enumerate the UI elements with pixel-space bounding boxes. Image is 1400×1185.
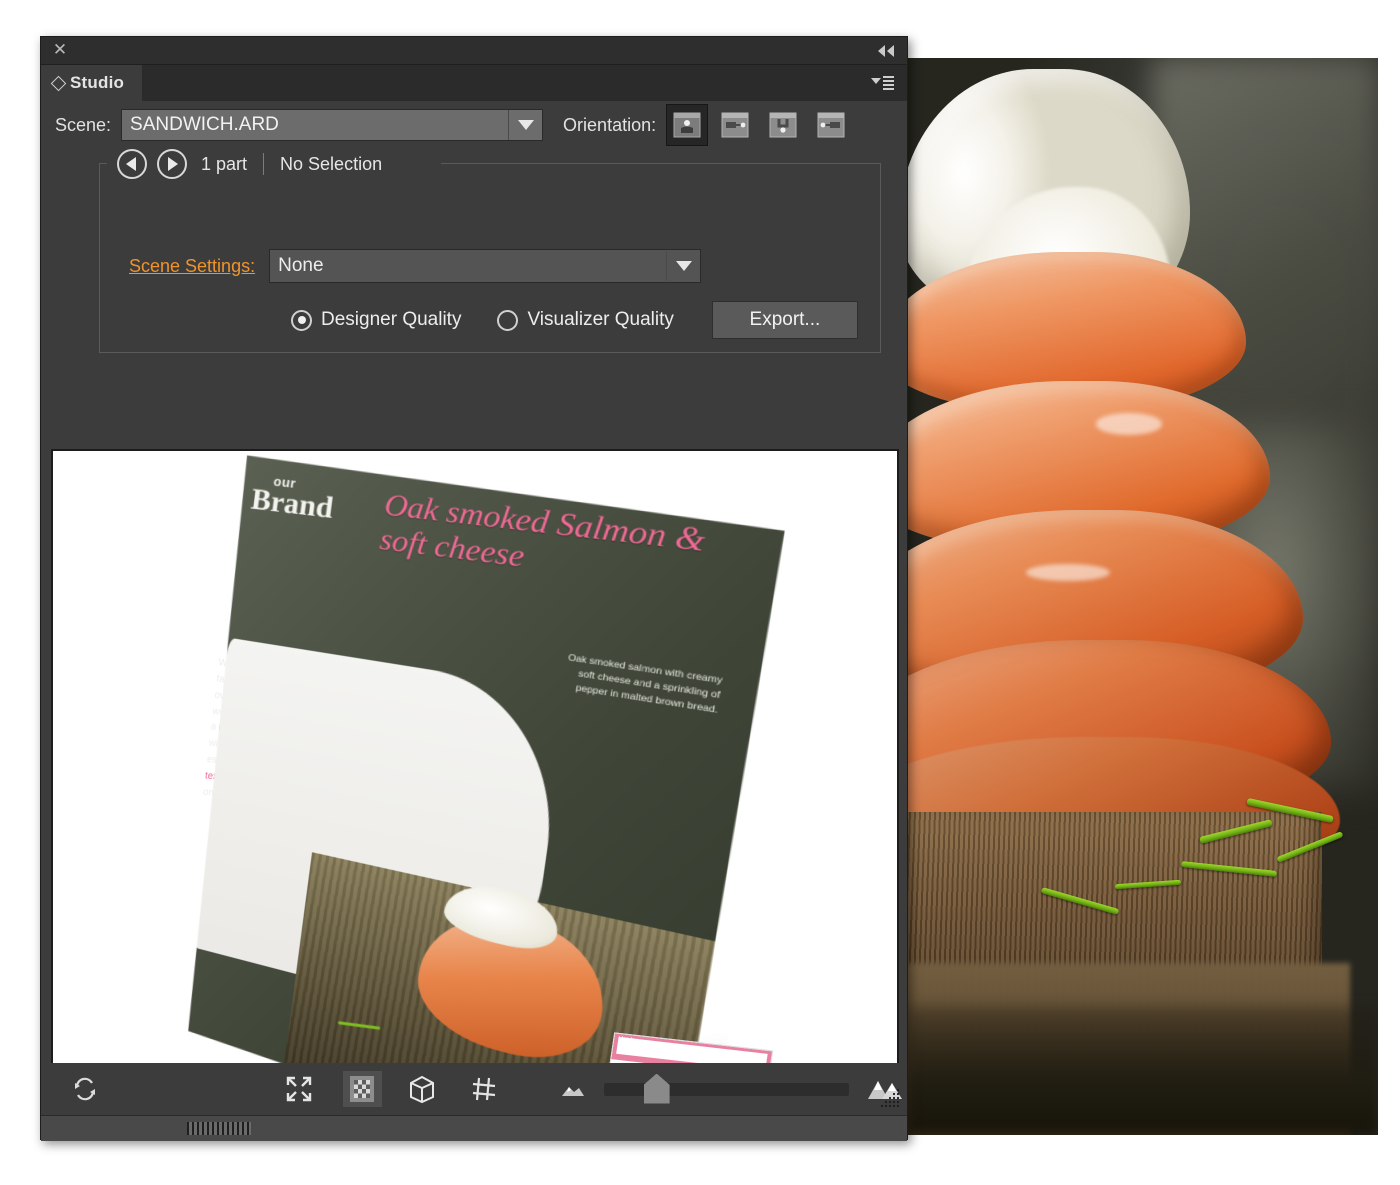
orientation-front[interactable] (666, 104, 709, 146)
cube-3d-icon[interactable] (400, 1067, 444, 1111)
salmon-sheen (1096, 413, 1162, 435)
chevron-down-icon[interactable] (666, 251, 700, 281)
group-frame-top-left (99, 163, 107, 164)
radio-visualizer-quality-label: Visualizer Quality (527, 309, 674, 330)
orientation-right[interactable] (714, 104, 757, 146)
low-quality-mountain-icon (550, 1067, 594, 1111)
package-description: Oak smoked salmon with creamy soft chees… (567, 651, 724, 716)
scene-row: Scene: SANDWICH.ARD Orientation: (41, 101, 907, 149)
resize-grip-icon[interactable] (187, 1122, 251, 1135)
panel-tabstrip: Studio (41, 65, 907, 101)
collapse-panel-icon[interactable] (875, 42, 897, 60)
radio-designer-quality-label: Designer Quality (321, 309, 462, 330)
previous-part-icon[interactable] (117, 149, 147, 179)
scene-select-value: SANDWICH.ARD (130, 114, 279, 135)
orientation-button-group (666, 104, 853, 146)
divider (263, 153, 265, 175)
preview-canvas[interactable]: We smoke Atlantic salmon from farms arou… (53, 451, 897, 1137)
scene-settings-link[interactable]: Scene Settings: (129, 256, 255, 277)
quality-slider[interactable] (603, 1073, 850, 1104)
next-part-icon[interactable] (157, 149, 187, 179)
radio-visualizer-quality-indicator (497, 309, 519, 331)
package-3d-model[interactable]: We smoke Atlantic salmon from farms arou… (193, 453, 753, 1073)
screenshot-root: ✕ Studio Scene: SANDWICH.ARD Orientation… (0, 0, 1400, 1185)
preview-canvas-frame: We smoke Atlantic salmon from farms arou… (51, 449, 899, 1139)
grid-icon[interactable] (462, 1067, 506, 1111)
selection-status-label: No Selection (280, 153, 383, 174)
diamond-icon (50, 75, 67, 91)
fit-to-screen-icon[interactable] (277, 1067, 321, 1111)
part-count-label: 1 part (201, 153, 248, 174)
scene-settings-row: Scene Settings: None (129, 249, 702, 283)
studio-panel: ✕ Studio Scene: SANDWICH.ARD Orientation… (40, 36, 908, 1141)
radio-designer-quality-indicator (291, 309, 312, 331)
orientation-left[interactable] (810, 104, 853, 146)
scene-settings-value: None (278, 255, 324, 276)
close-icon[interactable]: ✕ (51, 41, 69, 59)
panel-statusbar[interactable] (41, 1115, 907, 1141)
scene-label: Scene: (55, 114, 112, 135)
panel-body: Scene: SANDWICH.ARD Orientation: 1 part … (41, 101, 907, 1141)
background-food-photo (908, 58, 1378, 1135)
brand-logo: our Brand (250, 472, 337, 522)
refresh-icon[interactable] (63, 1067, 107, 1111)
selection-nav-row: 1 part No Selection (117, 149, 382, 179)
radio-visualizer-quality[interactable]: Visualizer Quality (497, 309, 674, 331)
tab-studio[interactable]: Studio (41, 65, 143, 101)
preview-toolbar (41, 1063, 907, 1115)
orientation-label: Orientation: (563, 114, 657, 135)
orientation-top[interactable] (762, 104, 805, 146)
package-headline: Oak smoked Salmon & soft cheese (377, 487, 708, 574)
package-photo-chive (338, 1021, 380, 1030)
export-button[interactable]: Export... (711, 301, 858, 339)
panel-titlebar: ✕ (41, 37, 907, 65)
chevron-down-icon[interactable] (508, 110, 542, 140)
brand-logo-name: Brand (249, 482, 336, 526)
resize-grip-icon[interactable] (879, 1087, 901, 1109)
radio-designer-quality[interactable]: Designer Quality (291, 309, 461, 331)
scene-select[interactable]: SANDWICH.ARD (121, 109, 544, 141)
photo-bottom-shadow (908, 1005, 1378, 1135)
quality-slider-thumb[interactable] (643, 1073, 670, 1104)
panel-menu-icon[interactable] (869, 73, 895, 91)
quality-row: Designer Quality Visualizer Quality Expo… (291, 301, 858, 339)
tab-studio-label: Studio (70, 73, 125, 92)
scene-settings-select[interactable]: None (269, 249, 702, 283)
transparency-checker-icon[interactable] (342, 1071, 383, 1107)
group-frame-top-right (441, 163, 881, 164)
package-front-face: our Brand Oak smoked Salmon & soft chees… (148, 453, 788, 1137)
